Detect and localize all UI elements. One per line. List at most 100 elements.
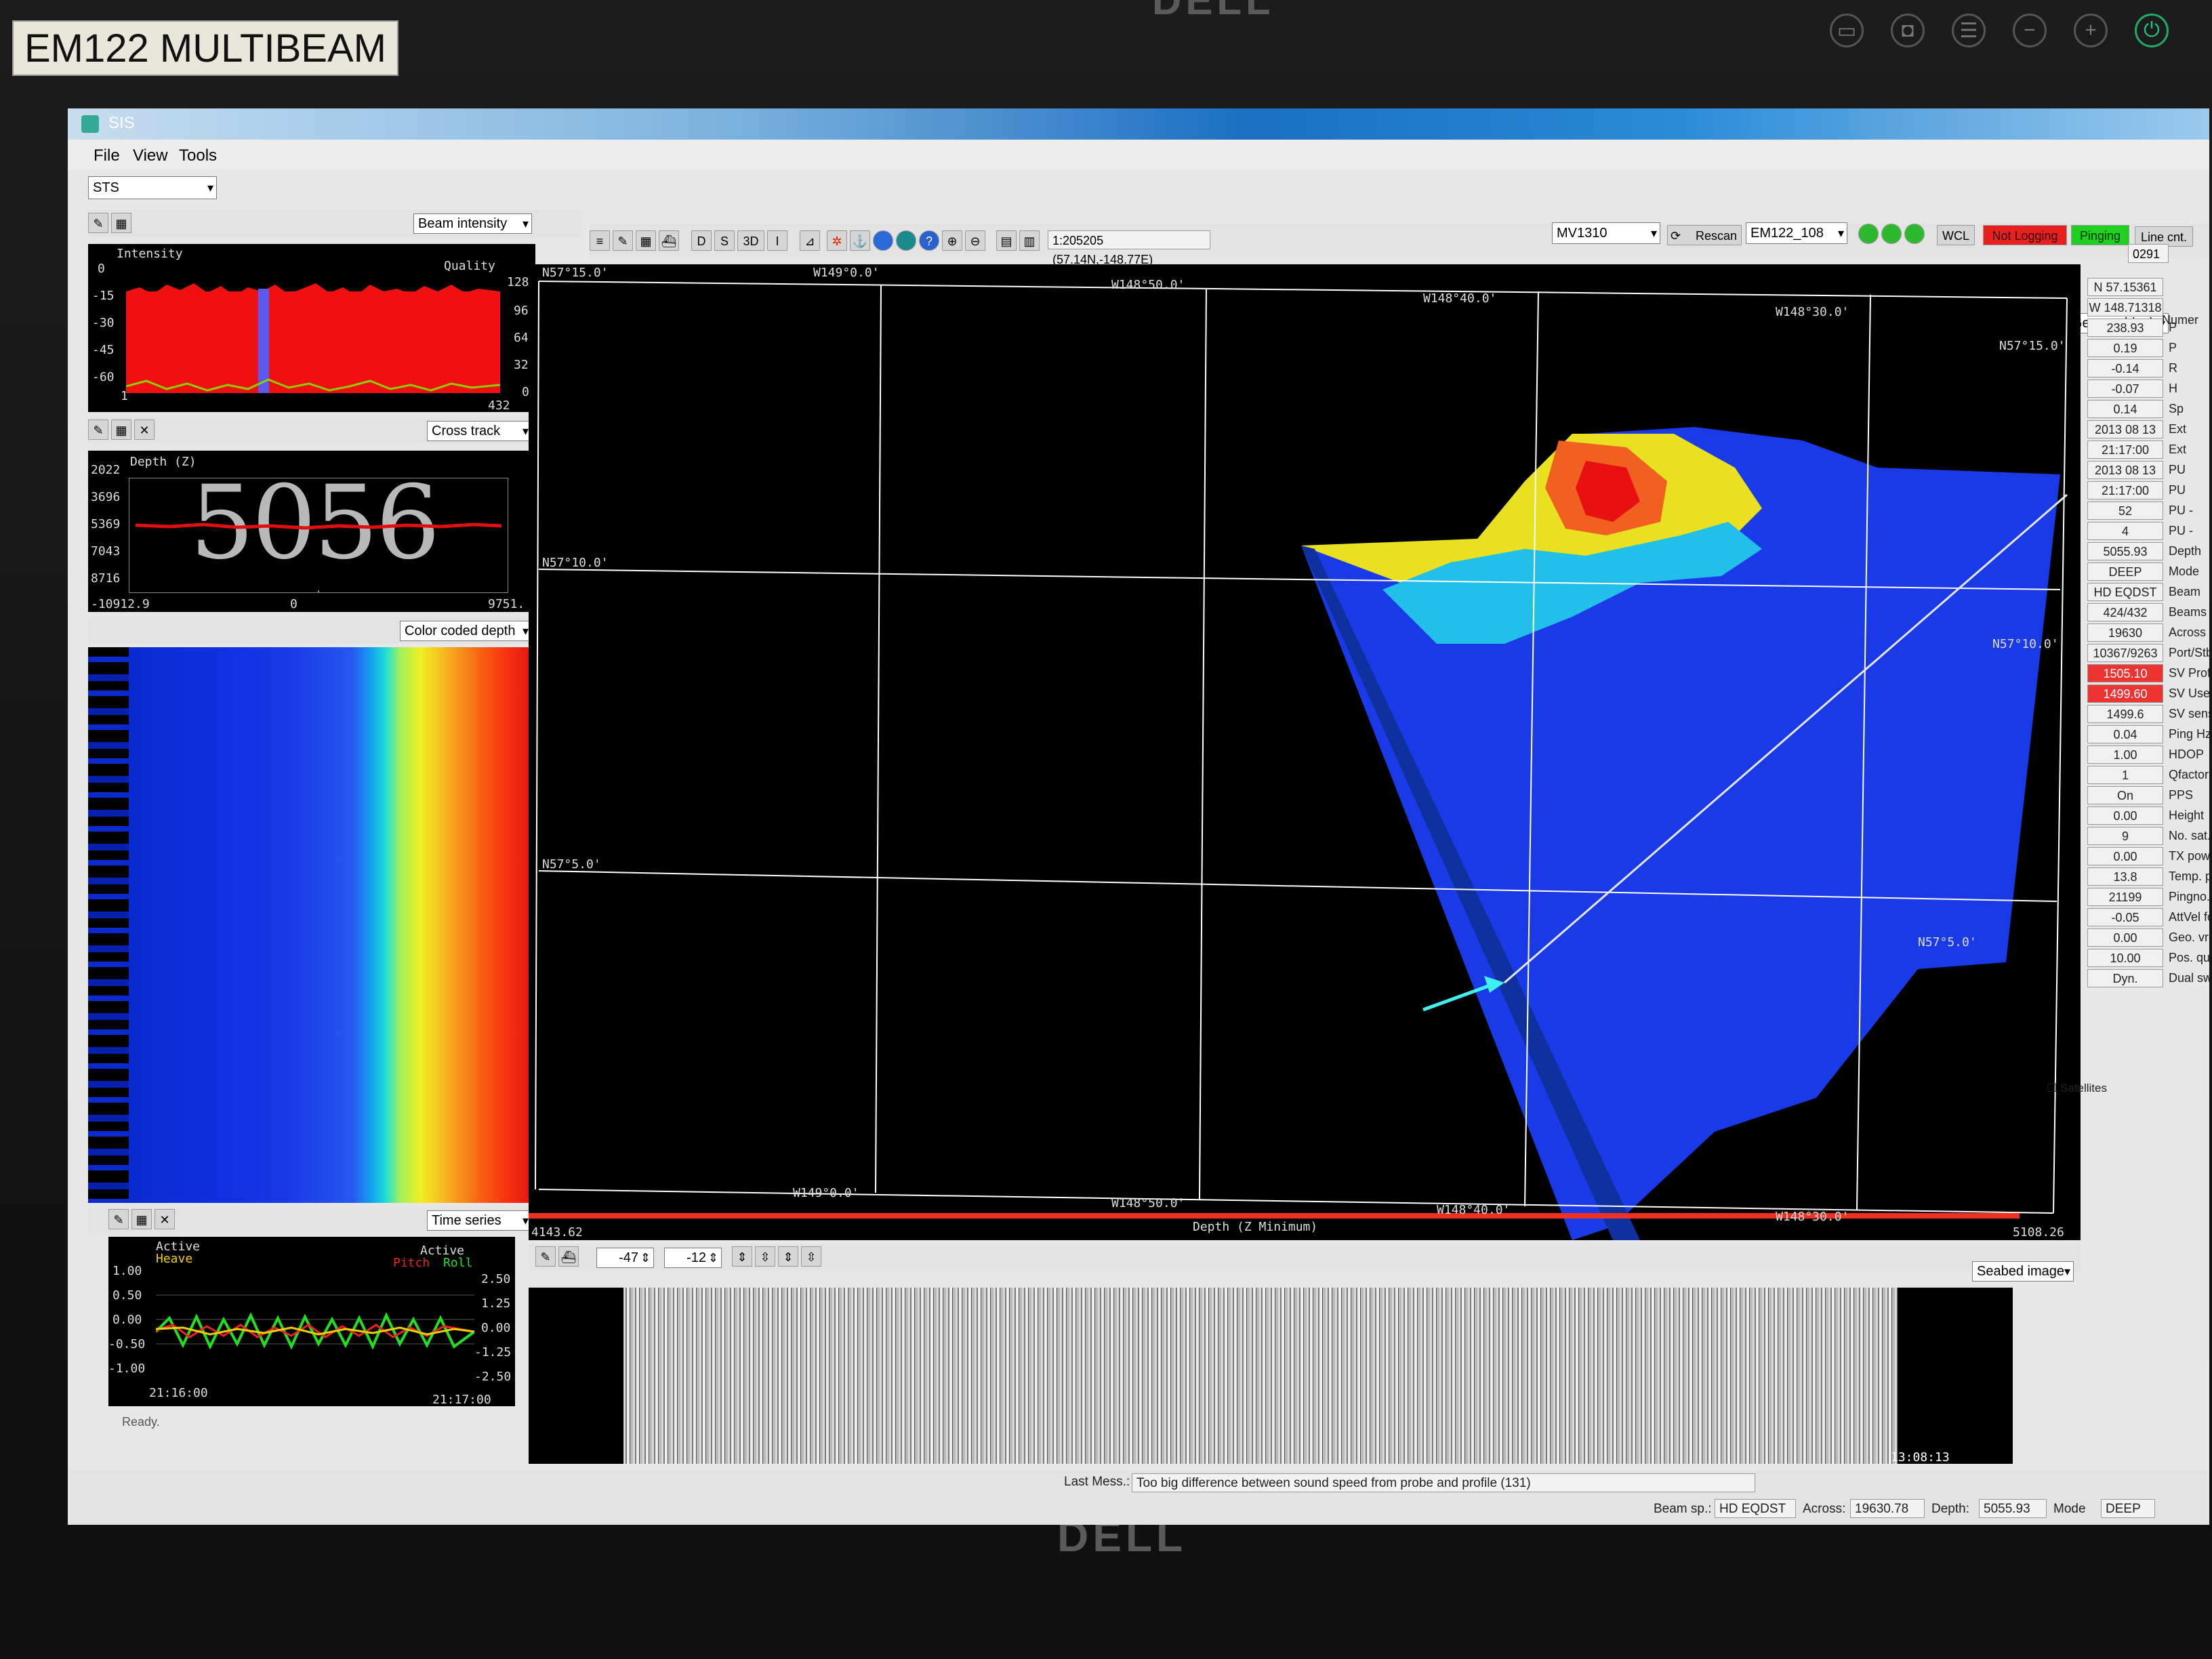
system-select[interactable]: EM122_108 ▾	[1746, 222, 1847, 244]
monitor-input-button-icon[interactable]: ▭	[1830, 14, 1864, 47]
rescan-label: Rescan	[1695, 229, 1737, 243]
readout-label: SV Used	[2169, 687, 2209, 700]
ship-icon[interactable]: ⛴	[558, 1246, 579, 1267]
depth-profile-line	[135, 523, 502, 530]
readout-row: 2013 08 13 PU	[2087, 461, 2209, 480]
palette-tool-icon[interactable]: ▦	[131, 1209, 152, 1229]
survey-select[interactable]: STS ▾	[88, 176, 217, 199]
view-3d-button[interactable]: 3D	[737, 230, 764, 251]
depth-profile	[135, 523, 502, 593]
globe-icon[interactable]	[873, 230, 893, 251]
beam-intensity-select[interactable]: Beam intensity ▾	[413, 213, 532, 234]
view-s-button[interactable]: S	[714, 230, 735, 251]
readout-label: Sp	[2169, 402, 2184, 415]
map-gridline	[875, 284, 882, 1193]
gain-stepper-a[interactable]: -47 ⇕	[596, 1248, 654, 1268]
waterfall-edge-noise	[88, 647, 129, 1203]
zoom-tool-icon[interactable]: ✎	[535, 1246, 556, 1267]
vessel-icon[interactable]: ⚓	[850, 230, 870, 251]
cross-track-select[interactable]: Cross track ▾	[427, 421, 532, 441]
seabed-image-value: Seabed image	[1977, 1264, 2064, 1279]
logging-toggle[interactable]: Not Logging	[1983, 225, 2067, 245]
layers-icon[interactable]: ▤	[996, 230, 1017, 251]
zoom-tool-icon[interactable]: ✎	[613, 230, 633, 251]
project-value: MV1310	[1557, 226, 1607, 241]
file-open-icon[interactable]: ≡	[590, 230, 610, 251]
globe-grid-icon[interactable]	[896, 230, 916, 251]
readout-value: 0.14	[2087, 400, 2163, 418]
gain-stepper-b[interactable]: -12 ⇕	[664, 1248, 722, 1268]
status-bar: Last Mess.: Too big difference between s…	[68, 1471, 2209, 1525]
zoom-tool-icon[interactable]: ✎	[108, 1209, 129, 1229]
view-i-button[interactable]: I	[767, 230, 787, 251]
help-icon[interactable]: ?	[919, 230, 939, 251]
readout-row: 21199 Pingno.	[2087, 888, 2209, 907]
monitor-brightness-button-icon[interactable]: ☰	[1952, 14, 1986, 47]
monitor-power-icon[interactable]: ⏻	[2135, 14, 2169, 47]
menu-view[interactable]: View	[133, 146, 168, 165]
lon-label: W148°30.0'	[1776, 1210, 1849, 1224]
depth-title: Depth (Z)	[130, 455, 197, 469]
palette-tool-icon[interactable]: ▦	[111, 419, 131, 440]
readout-label: AttVel forwar	[2169, 910, 2209, 924]
compress-icon[interactable]: ⇳	[755, 1246, 775, 1267]
target-icon[interactable]: ✲	[827, 230, 847, 251]
clear-tool-icon[interactable]: ✕	[134, 419, 155, 440]
stepper-arrows-icon: ⇕	[640, 1251, 651, 1265]
project-select[interactable]: MV1310 ▾	[1552, 222, 1660, 244]
beam-spacing-value: HD EQDST	[1715, 1499, 1796, 1518]
zoom-tool-icon[interactable]: ✎	[88, 419, 108, 440]
readout-row: 9 No. sat.	[2087, 827, 2209, 846]
monitor-menu-button-icon[interactable]: ◘	[1891, 14, 1925, 47]
readout-label: PU -	[2169, 504, 2193, 517]
zoom-in-icon[interactable]: ⊕	[942, 230, 962, 251]
seabed-image-select[interactable]: Seabed image ▾	[1972, 1261, 2074, 1282]
stretch-icon[interactable]: ⇕	[778, 1246, 798, 1267]
monitor-plus-button-icon[interactable]: +	[2074, 14, 2108, 47]
monitor-minus-button-icon[interactable]: −	[2013, 14, 2047, 47]
geographical-map[interactable]: N57°15.0' N57°10.0' N57°5.0' N57°15.0' N…	[529, 264, 2081, 1240]
clear-tool-icon[interactable]: ✕	[155, 1209, 175, 1229]
menu-file[interactable]: File	[94, 146, 120, 165]
color-depth-waterfall	[88, 647, 535, 1203]
chevron-down-icon: ▾	[522, 1214, 529, 1227]
time-series-select[interactable]: Time series ▾	[427, 1210, 532, 1231]
readout-row: HD EQDST Beam	[2087, 583, 2209, 602]
zoom-tool-icon[interactable]: ✎	[88, 213, 108, 233]
palette-tool-icon[interactable]: ▦	[111, 213, 131, 233]
readout-row: 1 Qfactor	[2087, 766, 2209, 785]
color-coded-depth-select[interactable]: Color coded depth ▾	[400, 621, 532, 641]
menu-tools[interactable]: Tools	[179, 146, 217, 165]
view-d-button[interactable]: D	[691, 230, 712, 251]
expand-icon[interactable]: ⇕	[732, 1246, 752, 1267]
gain-stepper-b-value: -12	[687, 1250, 706, 1265]
rescan-button[interactable]: ⟳ Rescan	[1667, 225, 1742, 245]
readout-value: 9	[2087, 827, 2163, 845]
zoom-out-icon[interactable]: ⊖	[965, 230, 985, 251]
palette-tool-icon[interactable]: ▦	[636, 230, 656, 251]
intensity-x-tick: 432	[488, 398, 510, 412]
ship-icon[interactable]: ⛴	[659, 230, 679, 251]
satellites-checkbox[interactable]: ☐ Satellites	[2047, 1082, 2107, 1095]
depth-x-tick: 0	[290, 597, 298, 611]
readout-value: 0.00	[2087, 847, 2163, 865]
line-count-field[interactable]: 0291	[2128, 244, 2169, 263]
pinging-toggle[interactable]: Pinging	[2071, 225, 2129, 245]
colorbar-icon[interactable]: ▥	[1019, 230, 1040, 251]
across-value: 19630.78	[1850, 1499, 1925, 1518]
readout-row: N 57.15361	[2087, 278, 2209, 297]
fit-icon[interactable]: ⇳	[801, 1246, 821, 1267]
sis-application-window: SIS File View Tools STS ▾ ✎ ▦ Beam intens…	[68, 108, 2209, 1525]
map-scale-readout: 1:205205 (57.14N,-148.77E)	[1048, 230, 1210, 266]
window-title: SIS	[108, 114, 135, 132]
status-light-icon	[1904, 224, 1925, 244]
wcl-button[interactable]: WCL	[1937, 225, 1975, 245]
readout-value: On	[2087, 786, 2163, 804]
colorbar-min: 4143.62	[531, 1225, 583, 1240]
grid-tool-icon[interactable]: ⊿	[800, 230, 820, 251]
across-label: Across:	[1803, 1502, 1846, 1516]
chevron-down-icon: ▾	[207, 181, 213, 194]
readout-value: 0.00	[2087, 928, 2163, 947]
colorbar-max: 5108.26	[2013, 1225, 2064, 1240]
intensity-bars	[126, 291, 500, 393]
